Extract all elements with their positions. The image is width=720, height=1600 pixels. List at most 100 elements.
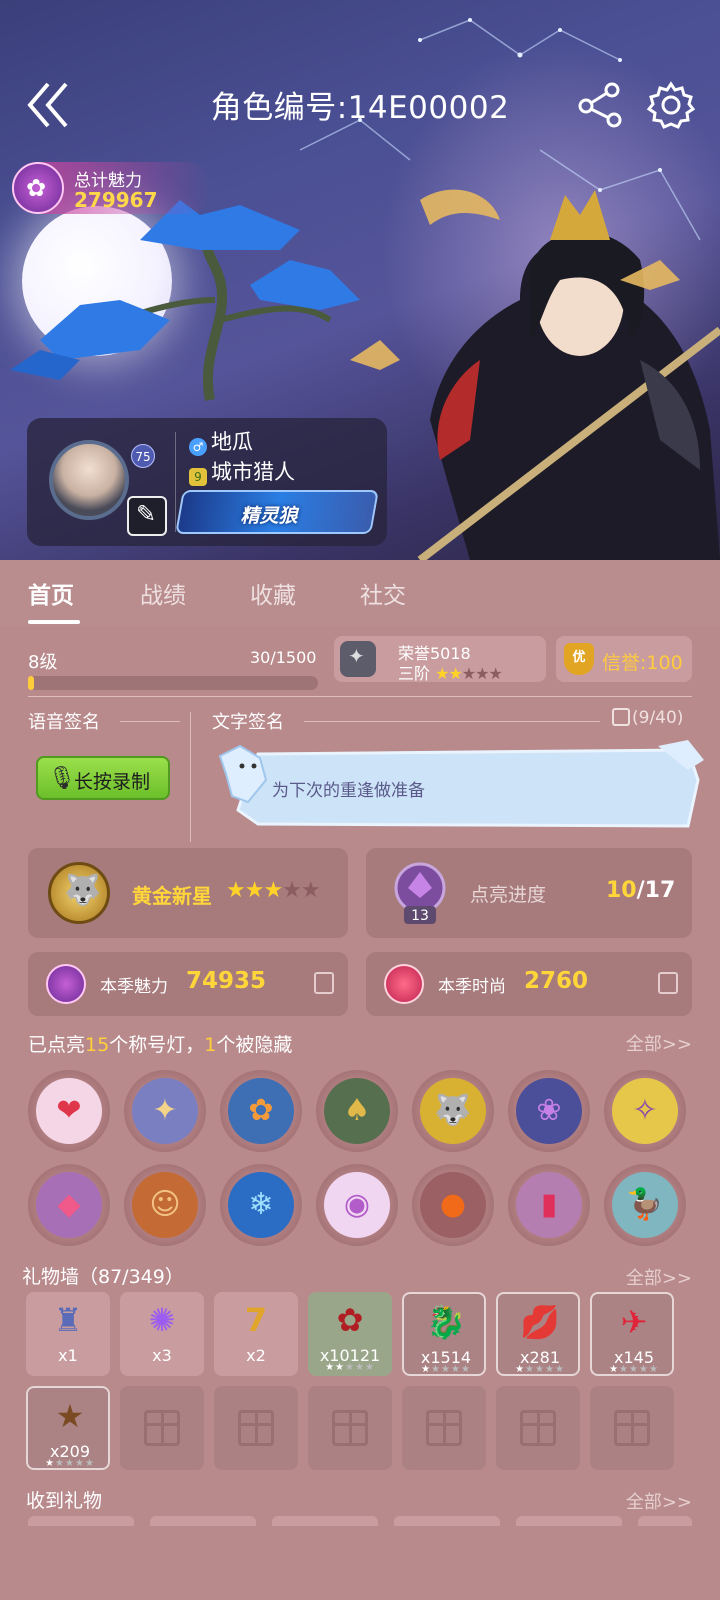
title-badge[interactable]: 🦆 [604,1164,686,1246]
avatar[interactable] [49,440,129,520]
gift-item[interactable]: ✿ x10121 ★★★★★ [308,1292,392,1376]
title-badge[interactable]: 🐺 [412,1070,494,1152]
credit-box[interactable]: 优 信誉:100 [556,636,692,682]
magic-orb-icon: ✺ [148,1301,176,1339]
lucky-seven-icon: 7 [244,1301,268,1339]
received-gifts-strip [28,1516,692,1526]
spirit-wolf-label: 精灵狼 [240,505,298,527]
gift-wall-all-link[interactable]: 全部>> [626,1264,692,1290]
tab-home[interactable]: 首页 [28,576,74,610]
gift-item[interactable]: 💋 x281 ★★★★★ [496,1292,580,1376]
title-badge[interactable]: ❄ [220,1164,302,1246]
honor-box[interactable]: ✦ 荣誉5018 三阶 ★★★★★ [334,636,546,684]
light-badge-number: 13 [411,908,429,924]
received-gift-item[interactable] [638,1516,692,1526]
text-signature-count[interactable]: (9/40) [612,708,683,728]
profile-hero: 角色编号:14E00002 ✿ 总计魅力 279967 75 ✎ ♂ 地瓜 9 城市… [0,0,720,560]
voice-signature-title: 语音签名 [28,712,100,733]
edit-avatar-button[interactable]: ✎ [127,496,167,536]
tab-record[interactable]: 战绩 [140,576,186,610]
title-badge[interactable]: ✦ [124,1070,206,1152]
title-badge[interactable]: ✧ [604,1070,686,1152]
edit-icon [612,708,630,726]
title-badge[interactable]: ❤ [28,1070,110,1152]
rank-name: 黄金新星 [132,884,212,908]
record-label: 长按录制 [74,771,151,793]
gingerbread-icon: ☺ [132,1172,198,1238]
text-signature: 为下次的重逢做准备 [272,781,425,801]
paper-crane-icon: ✈ [620,1303,648,1341]
ranking-icon[interactable] [658,972,678,994]
titles-hidden-count: 1 [204,1034,217,1056]
gift-box-icon [144,1410,180,1446]
gold-wolf-medal-icon: 🐺 [48,862,110,924]
spirit-wolf-banner[interactable]: 精灵狼 [175,490,379,534]
season-charm-card[interactable]: 本季魅力 74935 [28,952,348,1016]
rubber-duck-icon: 🦆 [612,1172,678,1238]
received-gift-item[interactable] [516,1516,622,1526]
season-charm-value: 74935 [186,968,267,994]
received-gift-item[interactable] [394,1516,500,1526]
received-gifts-title: 收到礼物 [26,1490,103,1512]
ranking-icon[interactable] [314,972,334,994]
compass-star-icon: ✦ [132,1078,198,1144]
title-badge[interactable]: ◉ [316,1164,398,1246]
title-badge[interactable]: ☺ [124,1164,206,1246]
text-title-line [304,721,600,722]
heart-arrow-icon: ❤ [36,1078,102,1144]
title-badge[interactable]: ♠ [316,1070,398,1152]
rose-charm-icon: ✿ [12,162,64,214]
home-content: 8级 30/1500 ✦ 荣誉5018 三阶 ★★★★★ 优 信誉:100 语音… [0,626,720,1600]
honor-tier-row: 三阶 ★★★★★ [398,660,503,684]
titles-all-link[interactable]: 全部>> [626,1030,692,1056]
gift-item[interactable]: ★ x209 ★★★★★ [26,1386,110,1470]
signature-char-count: (9/40) [632,708,684,728]
received-gift-item[interactable] [28,1516,134,1526]
received-gift-item[interactable] [150,1516,256,1526]
purple-medal-icon: 13 [394,862,446,924]
share-icon[interactable] [576,82,626,128]
title-badge[interactable]: ▮ [508,1164,590,1246]
profile-card: 75 ✎ ♂ 地瓜 9 城市猎人 精灵狼 [27,418,387,546]
light-progress-card[interactable]: 13 点亮进度 10/17 [366,848,692,938]
lips-icon: 💋 [520,1303,560,1341]
gift-item[interactable]: 🐉 x1514 ★★★★★ [402,1292,486,1376]
season-fashion-value: 2760 [524,968,589,994]
gear-icon[interactable] [646,80,696,130]
total-charm-badge[interactable]: ✿ 总计魅力 279967 [12,162,212,214]
player-title: 城市猎人 [211,460,295,484]
light-progress-value: 10/17 [606,878,675,903]
gift-item[interactable]: ✈ x145 ★★★★★ [590,1292,674,1376]
gift-stars: ★★★★★ [45,1458,95,1469]
starfish-icon: ★ [55,1397,85,1435]
player-name: 地瓜 [211,430,253,454]
gift-item[interactable]: 7 x2 [214,1292,298,1376]
titles-lit-count: 15 [85,1034,110,1056]
empty-gift-slot [496,1386,580,1470]
gift-row-2: ★ x209 ★★★★★ [26,1386,696,1474]
tab-collection[interactable]: 收藏 [250,576,296,610]
empty-gift-slot [308,1386,392,1470]
title-lights-summary: 已点亮15个称号灯，1个被隐藏 [28,1030,292,1057]
hold-to-record-button[interactable]: 🎙 长按录制 [36,756,170,800]
title-badge[interactable]: ● [412,1164,494,1246]
gift-item[interactable]: ♜ x1 [26,1292,110,1376]
title-badge[interactable]: ◆ [28,1164,110,1246]
active-tab-indicator [28,620,80,624]
flower-cluster-icon: ✿ [228,1078,294,1144]
title-badge[interactable]: ✿ [220,1070,302,1152]
gift-box-icon [520,1410,556,1446]
title-badges-row-1: ❤ ✦ ✿ ♠ 🐺 ❀ ✧ [28,1070,692,1156]
golden-wing-icon: ♠ [324,1078,390,1144]
tab-social[interactable]: 社交 [360,576,406,610]
gift-item[interactable]: ✺ x3 [120,1292,204,1376]
season-fashion-card[interactable]: 本季时尚 2760 [366,952,692,1016]
received-all-link[interactable]: 全部>> [626,1488,692,1514]
received-gift-item[interactable] [272,1516,378,1526]
gift-box-icon [614,1410,650,1446]
tab-bar: 首页 战绩 收藏 社交 [0,560,720,626]
rank-medal-card[interactable]: 🐺 黄金新星 ★★★★★ [28,848,348,938]
credit-shield-icon: 优 [564,643,594,675]
light-progress-label: 点亮进度 [470,884,547,906]
title-badge[interactable]: ❀ [508,1070,590,1152]
